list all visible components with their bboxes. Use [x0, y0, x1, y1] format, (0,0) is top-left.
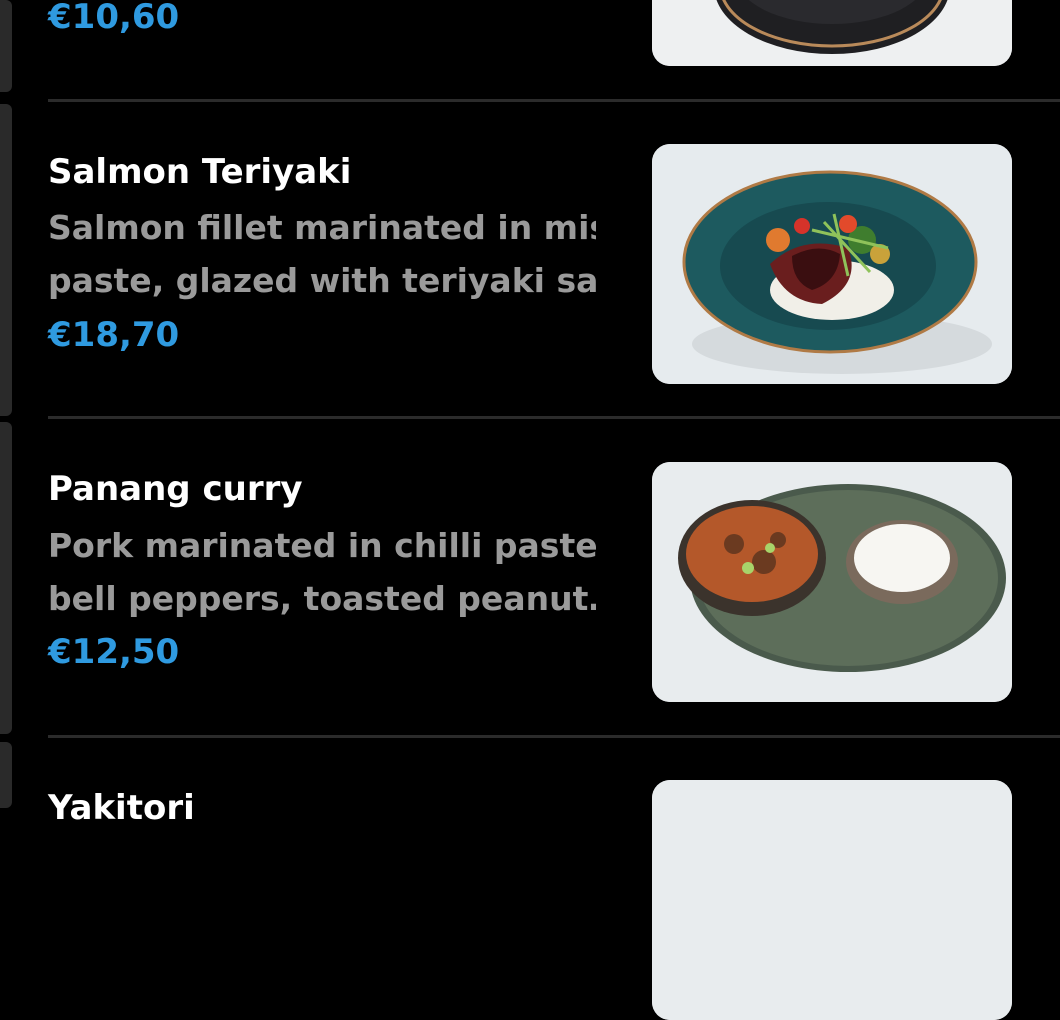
- yakitori-photo: [652, 780, 1012, 1020]
- menu-item[interactable]: Panang curry Pork marinated in chilli pa…: [48, 419, 1012, 735]
- item-description: Pork marinated in chilli paste, bell pep…: [48, 519, 596, 625]
- salmon-teriyaki-photo: [652, 144, 1012, 384]
- menu-item[interactable]: €10,60: [48, 0, 1012, 100]
- left-edge-tab: [0, 742, 12, 808]
- left-edge-tab: [0, 0, 12, 92]
- menu-item[interactable]: Salmon Teriyaki Salmon fillet marinated …: [48, 102, 1012, 418]
- item-price: €18,70: [48, 315, 180, 355]
- item-description: Salmon fillet marinated in miso paste, g…: [48, 201, 596, 307]
- description-line: bell peppers, toasted peanut…: [48, 579, 596, 618]
- item-name: Panang curry: [48, 469, 303, 509]
- item-name: Salmon Teriyaki: [48, 152, 352, 192]
- item-price: €12,50: [48, 632, 180, 672]
- menu-item[interactable]: Yakitori: [48, 738, 1012, 1020]
- dish-photo: [652, 0, 1012, 66]
- description-line: Salmon fillet marinated in miso: [48, 208, 596, 247]
- item-name: Yakitori: [48, 788, 195, 828]
- item-price: €10,60: [48, 0, 180, 37]
- left-edge-tab: [0, 422, 12, 734]
- panang-curry-photo: [652, 462, 1012, 702]
- description-line: paste, glazed with teriyaki sa…: [48, 261, 596, 300]
- left-edge-tab: [0, 104, 12, 416]
- description-line: Pork marinated in chilli paste,: [48, 526, 596, 565]
